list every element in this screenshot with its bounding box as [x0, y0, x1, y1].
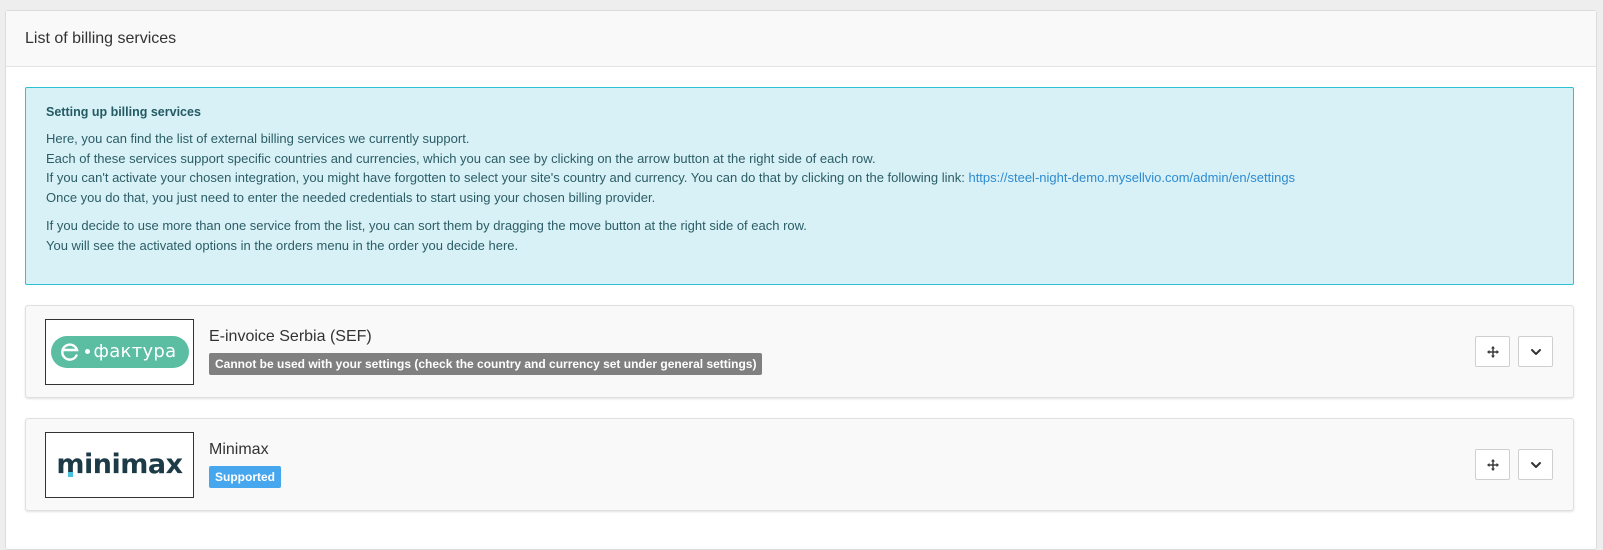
minimax-logo: minimax: [45, 431, 194, 498]
chevron-down-icon: [1530, 348, 1541, 355]
move-icon: [1486, 458, 1499, 471]
efaktura-logo-pill: фактура: [50, 335, 189, 368]
page-title: List of billing services: [25, 29, 177, 47]
info-text-line: You will see the activated options in th…: [46, 237, 519, 253]
minimax-logo-text: minimax: [56, 449, 183, 480]
info-alert: Setting up billing services Here, you ca…: [25, 87, 1574, 285]
expand-button[interactable]: [1518, 449, 1553, 480]
info-text-prefix: If you can't activate your chosen integr…: [46, 170, 969, 185]
efaktura-logo-text: фактура: [93, 341, 177, 362]
row-actions: [1475, 449, 1553, 480]
minimax-accent-dot: [68, 472, 74, 477]
info-text-line: Once you do that, you just need to enter…: [46, 189, 656, 205]
expand-button[interactable]: [1518, 336, 1553, 367]
move-icon: [1486, 345, 1499, 358]
efaktura-dot: [84, 349, 90, 354]
row-actions: [1475, 336, 1553, 367]
move-button[interactable]: [1475, 336, 1510, 367]
info-text-line: If you can't activate your chosen integr…: [46, 168, 1553, 188]
status-badge: Cannot be used with your settings (check…: [209, 353, 763, 375]
service-name: Minimax: [209, 441, 269, 458]
panel-body: Setting up billing services Here, you ca…: [6, 67, 1596, 511]
info-text-line: Each of these services support specific …: [46, 150, 876, 166]
billing-services-panel: List of billing services Setting up bill…: [5, 10, 1597, 550]
info-text-line: Here, you can find the list of external …: [46, 131, 470, 146]
efaktura-e-icon: [60, 342, 79, 361]
service-name: E-invoice Serbia (SEF): [209, 328, 372, 345]
info-text-line: If you decide to use more than one servi…: [46, 218, 807, 233]
service-info: Minimax Supported: [209, 441, 281, 488]
service-row-minimax: minimax Minimax Supported: [25, 418, 1574, 511]
chevron-down-icon: [1530, 461, 1541, 468]
service-info: E-invoice Serbia (SEF) Cannot be used wi…: [209, 328, 763, 375]
efaktura-logo: фактура: [45, 318, 194, 385]
status-badge: Supported: [209, 466, 281, 488]
panel-header: List of billing services: [6, 11, 1596, 67]
settings-link[interactable]: https://steel-night-demo.mysellvio.com/a…: [968, 170, 1295, 185]
minimax-logo-label: minimax: [56, 449, 183, 480]
service-row-einvoice-serbia: фактура E-invoice Serbia (SEF) Cannot be…: [25, 305, 1574, 398]
move-button[interactable]: [1475, 449, 1510, 480]
info-title: Setting up billing services: [46, 105, 201, 119]
